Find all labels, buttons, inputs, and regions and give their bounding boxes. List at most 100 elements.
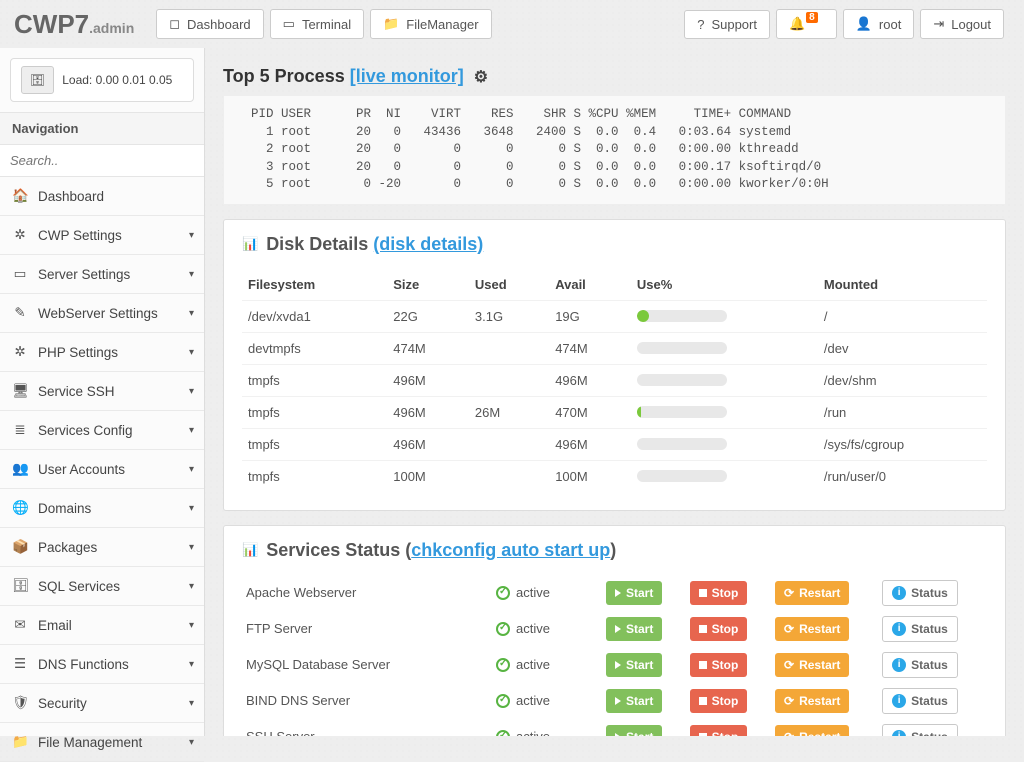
- status-button[interactable]: iStatus: [882, 616, 958, 642]
- restart-button[interactable]: ⟳Restart: [775, 725, 849, 737]
- info-icon: i: [892, 586, 906, 600]
- status-active-icon: [496, 730, 510, 736]
- caret-down-icon: ▾: [189, 542, 194, 553]
- caret-down-icon: ▾: [189, 659, 194, 670]
- stop-icon: [699, 589, 707, 597]
- usage-bar: [637, 470, 727, 482]
- start-button[interactable]: Start: [606, 653, 662, 677]
- logo: CWP7.admin: [14, 9, 134, 40]
- live-monitor-link[interactable]: [live monitor]: [350, 66, 464, 86]
- bell-icon: 🔔: [789, 16, 805, 32]
- sidebar-item-user-accounts[interactable]: 👥User Accounts▾: [0, 450, 204, 489]
- sidebar-item-label: SQL Services: [38, 579, 120, 594]
- sidebar-item-label: User Accounts: [38, 462, 125, 477]
- service-state: active: [516, 621, 550, 636]
- sidebar-item-file-management[interactable]: 📁File Management▾: [0, 723, 204, 762]
- sidebar-item-label: Services Config: [38, 423, 133, 438]
- disk-row: tmpfs496M496M/dev/shm: [242, 364, 987, 396]
- notifications-button[interactable]: 🔔8: [776, 9, 837, 39]
- user-button[interactable]: 👤root: [843, 9, 915, 39]
- sidebar-item-php-settings[interactable]: ✲PHP Settings▾: [0, 333, 204, 372]
- question-icon: ?: [697, 17, 704, 32]
- support-button[interactable]: ?Support: [684, 10, 770, 39]
- status-active-icon: [496, 694, 510, 708]
- gear-icon[interactable]: ⚙: [474, 69, 488, 86]
- disk-title: 📊 Disk Details (disk details): [242, 234, 987, 255]
- sidebar-item-server-settings[interactable]: ▭Server Settings▾: [0, 255, 204, 294]
- sidebar-item-packages[interactable]: 📦Packages▾: [0, 528, 204, 567]
- service-row: FTP Server active Start Stop ⟳Restart iS…: [242, 611, 987, 647]
- disk-row: tmpfs496M26M470M/run: [242, 396, 987, 428]
- sidebar-item-cwp-settings[interactable]: ✲CWP Settings▾: [0, 216, 204, 255]
- status-button[interactable]: iStatus: [882, 652, 958, 678]
- status-button[interactable]: iStatus: [882, 688, 958, 714]
- service-name: Apache Webserver: [242, 575, 492, 611]
- bars-icon: 📊: [242, 542, 258, 558]
- start-button[interactable]: Start: [606, 617, 662, 641]
- status-button[interactable]: iStatus: [882, 724, 958, 737]
- stop-button[interactable]: Stop: [690, 653, 748, 677]
- top5-output: PID USER PR NI VIRT RES SHR S %CPU %MEM …: [223, 95, 1006, 205]
- nav-dashboard-button[interactable]: ◻Dashboard: [156, 9, 263, 39]
- menu-icon: 🌐: [12, 500, 28, 516]
- caret-down-icon: ▾: [189, 698, 194, 709]
- info-icon: i: [892, 658, 906, 672]
- nav-filemanager-button[interactable]: 📁FileManager: [370, 9, 491, 39]
- start-button[interactable]: Start: [606, 581, 662, 605]
- caret-down-icon: ▾: [189, 425, 194, 436]
- restart-icon: ⟳: [784, 694, 794, 708]
- status-active-icon: [496, 586, 510, 600]
- caret-down-icon: ▾: [189, 737, 194, 748]
- service-state: active: [516, 693, 550, 708]
- sidebar-item-services-config[interactable]: ≣Services Config▾: [0, 411, 204, 450]
- info-icon: i: [892, 622, 906, 636]
- menu-icon: 📁: [12, 734, 28, 750]
- disk-col-filesystem: Filesystem: [242, 269, 387, 301]
- sidebar-item-label: Server Settings: [38, 267, 130, 282]
- sidebar-item-security[interactable]: 🛡Security▾: [0, 684, 204, 723]
- search-input[interactable]: [0, 145, 204, 177]
- caret-down-icon: ▾: [189, 230, 194, 241]
- start-button[interactable]: Start: [606, 689, 662, 713]
- restart-button[interactable]: ⟳Restart: [775, 617, 849, 641]
- stop-icon: [699, 625, 707, 633]
- notification-badge: 8: [806, 12, 818, 23]
- logo-sub: .admin: [89, 20, 134, 36]
- stop-button[interactable]: Stop: [690, 581, 748, 605]
- sidebar-item-domains[interactable]: 🌐Domains▾: [0, 489, 204, 528]
- restart-button[interactable]: ⟳Restart: [775, 689, 849, 713]
- status-button[interactable]: iStatus: [882, 580, 958, 606]
- sidebar-item-label: Service SSH: [38, 384, 115, 399]
- stop-icon: [699, 697, 707, 705]
- disk-col-avail: Avail: [549, 269, 631, 301]
- stop-button[interactable]: Stop: [690, 617, 748, 641]
- disk-col-size: Size: [387, 269, 469, 301]
- menu-icon: ▭: [12, 266, 28, 282]
- nav-terminal-button[interactable]: ▭Terminal: [270, 9, 364, 39]
- terminal-icon: ▭: [283, 16, 295, 32]
- sidebar-item-dashboard[interactable]: 🏠Dashboard: [0, 177, 204, 216]
- disk-row: /dev/xvda122G3.1G19G/: [242, 300, 987, 332]
- restart-button[interactable]: ⟳Restart: [775, 653, 849, 677]
- menu-icon: 🗄: [12, 578, 28, 594]
- sidebar-item-email[interactable]: ✉Email▾: [0, 606, 204, 645]
- chkconfig-link[interactable]: chkconfig auto start up: [411, 540, 610, 560]
- sidebar-item-label: DNS Functions: [38, 657, 129, 672]
- menu-icon: 🛡: [12, 695, 28, 711]
- service-state: active: [516, 729, 550, 736]
- sidebar-item-dns-functions[interactable]: ☰DNS Functions▾: [0, 645, 204, 684]
- sidebar-item-webserver-settings[interactable]: ✎WebServer Settings▾: [0, 294, 204, 333]
- restart-button[interactable]: ⟳Restart: [775, 581, 849, 605]
- logout-button[interactable]: ⇥Logout: [920, 9, 1004, 39]
- sidebar-item-sql-services[interactable]: 🗄SQL Services▾: [0, 567, 204, 606]
- stop-button[interactable]: Stop: [690, 689, 748, 713]
- usage-bar: [637, 438, 727, 450]
- sidebar-item-service-ssh[interactable]: 🖥Service SSH▾: [0, 372, 204, 411]
- disk-details-link[interactable]: (disk details): [373, 234, 483, 254]
- status-active-icon: [496, 658, 510, 672]
- start-button[interactable]: Start: [606, 725, 662, 737]
- restart-icon: ⟳: [784, 622, 794, 636]
- caret-down-icon: ▾: [189, 386, 194, 397]
- service-name: SSH Server: [242, 719, 492, 737]
- stop-button[interactable]: Stop: [690, 725, 748, 737]
